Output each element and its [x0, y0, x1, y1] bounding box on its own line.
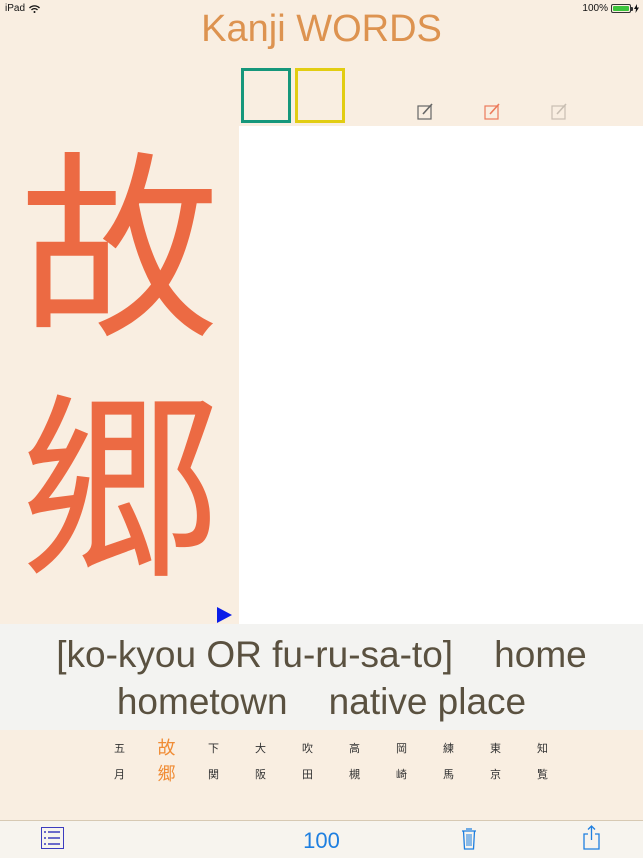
word-char-bottom: 覧: [537, 768, 548, 781]
word-item[interactable]: 岡崎: [378, 736, 425, 788]
word-char-top: 高: [349, 742, 360, 755]
reading-line-2: hometown native place: [116, 681, 527, 722]
word-char-top: 五: [114, 742, 125, 755]
share-icon[interactable]: [583, 825, 600, 850]
edit-icon-light[interactable]: [551, 102, 569, 120]
word-char-top: 大: [255, 742, 266, 755]
word-char-bottom: 馬: [443, 768, 454, 781]
word-char-bottom: 田: [302, 768, 313, 781]
word-count: 100: [303, 828, 340, 853]
word-char-top: 知: [537, 742, 548, 755]
word-char-bottom: 槻: [349, 768, 360, 781]
word-char-top: 吹: [302, 742, 313, 755]
word-char-bottom: 京: [490, 768, 501, 781]
word-item[interactable]: 練馬: [425, 736, 472, 788]
word-char-top: 岡: [396, 742, 407, 755]
word-list: 五月故郷下関大阪吹田高槻岡崎練馬東京知覧: [96, 736, 576, 788]
word-char-bottom: 郷: [157, 764, 176, 785]
kanji-display: 故 郷: [0, 130, 239, 625]
word-char-top: 東: [490, 742, 501, 755]
trash-icon[interactable]: [461, 827, 477, 850]
word-item[interactable]: 高槻: [331, 736, 378, 788]
word-item[interactable]: 下関: [190, 736, 237, 788]
bottom-toolbar: 100: [0, 820, 643, 858]
word-item[interactable]: 大阪: [237, 736, 284, 788]
color-box-yellow[interactable]: [295, 68, 345, 123]
word-char-bottom: 阪: [255, 768, 266, 781]
word-item[interactable]: 五月: [96, 736, 143, 788]
play-icon[interactable]: [217, 607, 232, 623]
big-kanji-2: 郷: [19, 375, 220, 608]
word-char-bottom: 崎: [396, 768, 407, 781]
word-item[interactable]: 吹田: [284, 736, 331, 788]
word-char-top: 故: [157, 738, 176, 759]
color-box-green[interactable]: [241, 68, 291, 123]
big-kanji-1: 故: [19, 135, 220, 368]
word-char-top: 下: [208, 742, 219, 755]
word-item[interactable]: 故郷: [143, 736, 190, 788]
reading-panel: [ko-kyou OR fu-ru-sa-to] home hometown n…: [0, 624, 643, 730]
word-char-bottom: 月: [114, 768, 125, 781]
reading-line-1: [ko-kyou OR fu-ru-sa-to] home: [56, 634, 587, 675]
word-item[interactable]: 東京: [472, 736, 519, 788]
word-item[interactable]: 知覧: [519, 736, 566, 788]
edit-icon-dark[interactable]: [417, 102, 435, 120]
edit-icon-orange[interactable]: [484, 102, 502, 120]
word-char-top: 練: [443, 742, 454, 755]
word-char-bottom: 関: [208, 768, 219, 781]
writing-canvas[interactable]: [239, 126, 643, 624]
app-title: Kanji WORDS: [201, 8, 442, 50]
